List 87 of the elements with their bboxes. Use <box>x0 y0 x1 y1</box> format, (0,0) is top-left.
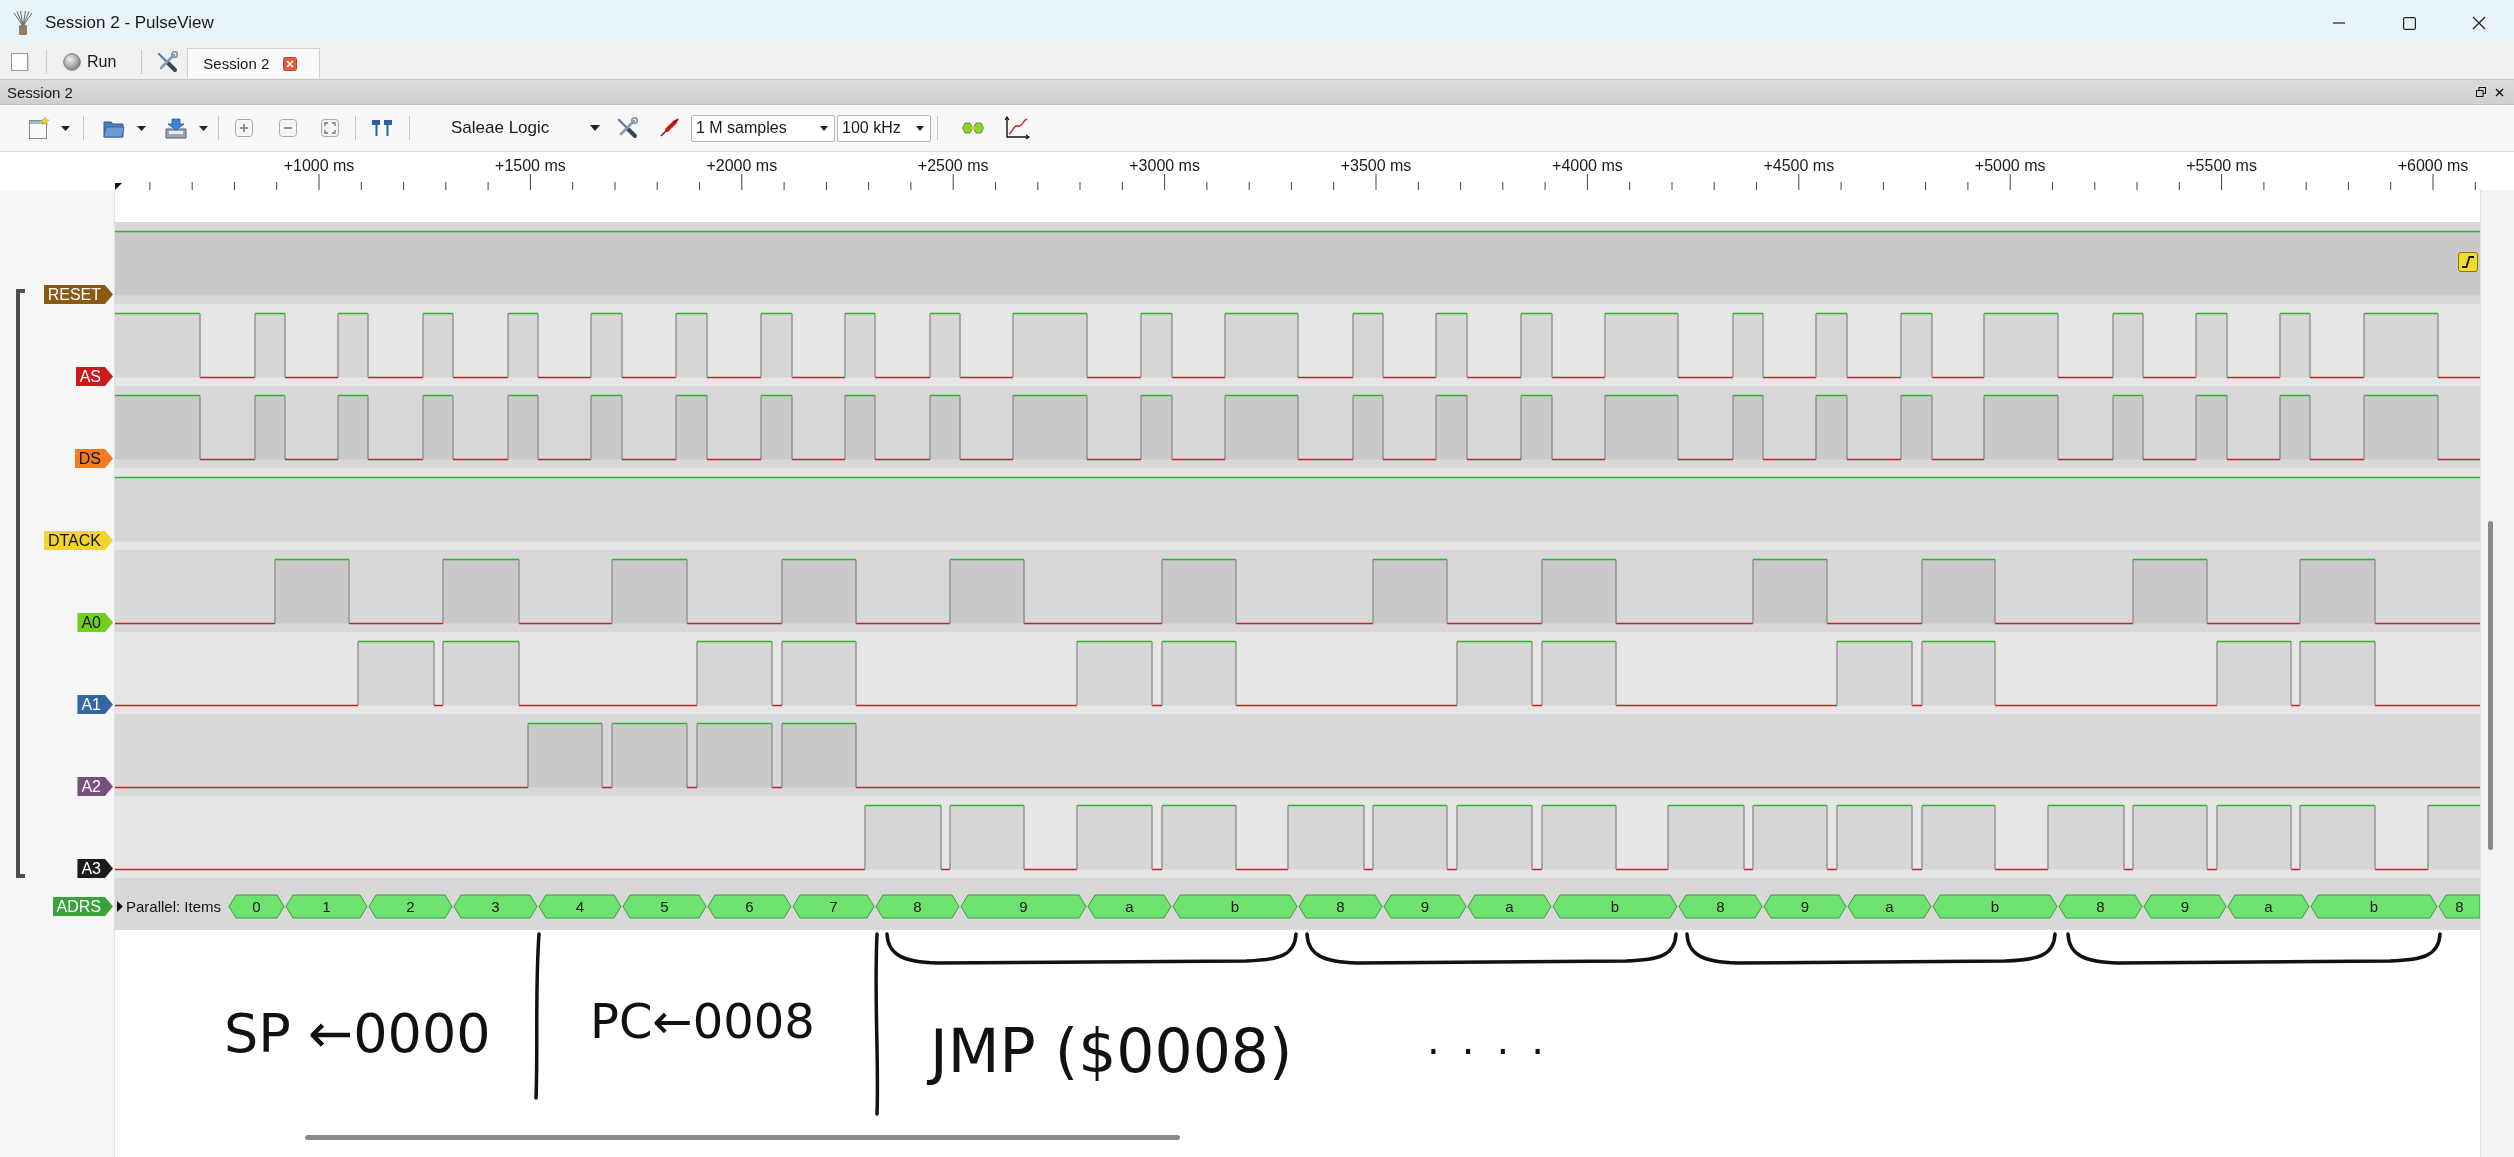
caret-icon <box>916 125 924 131</box>
decoder-annotation[interactable]: 9 <box>1383 894 1467 919</box>
session-tab[interactable]: Session 2 <box>187 48 321 78</box>
save-icon <box>165 117 187 139</box>
blank-page-icon <box>11 52 29 72</box>
group-bracket[interactable] <box>16 289 25 878</box>
decoder-annotation[interactable]: 5 <box>622 894 707 919</box>
close-icon <box>2472 16 2486 30</box>
decoder-annotation[interactable]: b <box>1552 894 1678 919</box>
function-graph-icon <box>1004 116 1030 140</box>
scrollbar-thumb[interactable] <box>2488 521 2493 850</box>
device-dropdown[interactable]: Saleae Logic <box>440 113 604 143</box>
caret-icon <box>137 125 146 131</box>
decoder-annotation[interactable]: 8 <box>2438 894 2480 919</box>
cursor-flags-icon <box>370 118 394 138</box>
time-label: +1500 ms <box>495 157 566 174</box>
close-icon[interactable] <box>2495 87 2504 97</box>
time-label: +6000 ms <box>2397 157 2469 174</box>
close-icon[interactable] <box>283 56 298 71</box>
minimize-icon <box>2333 22 2345 24</box>
decoder-annotation[interactable]: a <box>2227 894 2310 919</box>
channel-label[interactable]: DS <box>74 449 113 468</box>
caret-icon <box>61 125 70 131</box>
channel-label[interactable]: A3 <box>77 859 113 878</box>
handwritten-note: SP ←0000 <box>224 1002 491 1065</box>
handwritten-note: PC←0008 <box>590 993 815 1049</box>
tools-icon <box>156 51 179 73</box>
decoder-annotation[interactable]: 1 <box>285 894 368 919</box>
decoder-annotation[interactable]: 4 <box>538 894 622 919</box>
decoder-row-title: Parallel: Items <box>126 898 222 915</box>
decoder-annotation[interactable]: b <box>1932 894 2058 919</box>
decoder-annotation[interactable]: 9 <box>1763 894 1847 919</box>
folder-icon <box>103 118 125 138</box>
time-label: +2000 ms <box>706 157 778 174</box>
zoom-out-icon <box>279 119 297 137</box>
maximize-icon <box>2402 16 2416 30</box>
new-page-icon <box>29 117 49 139</box>
decoder-annotation[interactable]: 2 <box>368 894 453 919</box>
run-button[interactable]: Run <box>59 49 121 75</box>
edge-trigger-icon[interactable] <box>2458 252 2478 272</box>
status-led-icon <box>63 53 81 71</box>
tools-icon <box>616 117 638 139</box>
channel-label[interactable]: A2 <box>77 777 113 796</box>
decoder-annotation[interactable]: 7 <box>792 894 875 919</box>
caret-icon <box>199 125 208 131</box>
marker-icon <box>115 183 122 190</box>
caret-icon <box>590 125 600 131</box>
decoder-annotation[interactable]: 9 <box>2143 894 2227 919</box>
time-label: +1000 ms <box>283 157 355 174</box>
time-label: +5500 ms <box>2186 157 2257 174</box>
decoder-annotation[interactable]: 3 <box>453 894 538 919</box>
caret-icon <box>820 125 828 131</box>
decoder-annotation[interactable]: a <box>1467 894 1552 919</box>
decoder-annotation[interactable]: 8 <box>2058 894 2143 919</box>
vertical-scrollbar[interactable] <box>2480 190 2514 1157</box>
decoder-icon <box>962 122 984 134</box>
zoom-in-icon <box>235 119 253 137</box>
decoder-annotation[interactable]: 8 <box>1298 894 1383 919</box>
channel-label[interactable]: DTACK <box>43 531 113 550</box>
time-label: +3000 ms <box>1129 157 1200 174</box>
window-title: Session 2 - PulseView <box>45 13 214 33</box>
decoder-annotation[interactable]: 6 <box>707 894 792 919</box>
probe-icon <box>659 118 679 138</box>
time-label: +2500 ms <box>917 157 989 174</box>
decoder-annotation[interactable]: a <box>1087 894 1172 919</box>
restore-icon[interactable] <box>2476 87 2486 97</box>
handwritten-note: .... <box>1427 1017 1566 1063</box>
time-label: +4500 ms <box>1763 157 1835 174</box>
decoder-annotation[interactable]: 8 <box>875 894 960 919</box>
caret-icon[interactable] <box>117 901 123 912</box>
decoder-annotation[interactable]: a <box>1847 894 1932 919</box>
app-logo-icon <box>13 11 33 35</box>
channel-label[interactable]: AS <box>75 367 113 386</box>
dock-title: Session 2 <box>7 83 73 101</box>
channel-label[interactable]: A1 <box>77 695 113 714</box>
channel-label[interactable]: RESET <box>43 285 113 304</box>
zoom-fit-icon <box>321 119 339 137</box>
time-label: +5000 ms <box>1974 157 2046 174</box>
sample-rate-dropdown[interactable]: 100 kHz <box>837 114 931 142</box>
channel-label[interactable]: A0 <box>77 613 113 632</box>
decoder-annotation[interactable]: b <box>1172 894 1298 919</box>
sample-count-dropdown[interactable]: 1 M samples <box>691 114 835 142</box>
time-label: +4000 ms <box>1552 157 1623 174</box>
decoder-annotation[interactable]: 9 <box>960 894 1087 919</box>
scrollbar-thumb[interactable] <box>305 1135 1180 1140</box>
time-label: +3500 ms <box>1340 157 1412 174</box>
decoder-annotation[interactable]: 8 <box>1678 894 1763 919</box>
